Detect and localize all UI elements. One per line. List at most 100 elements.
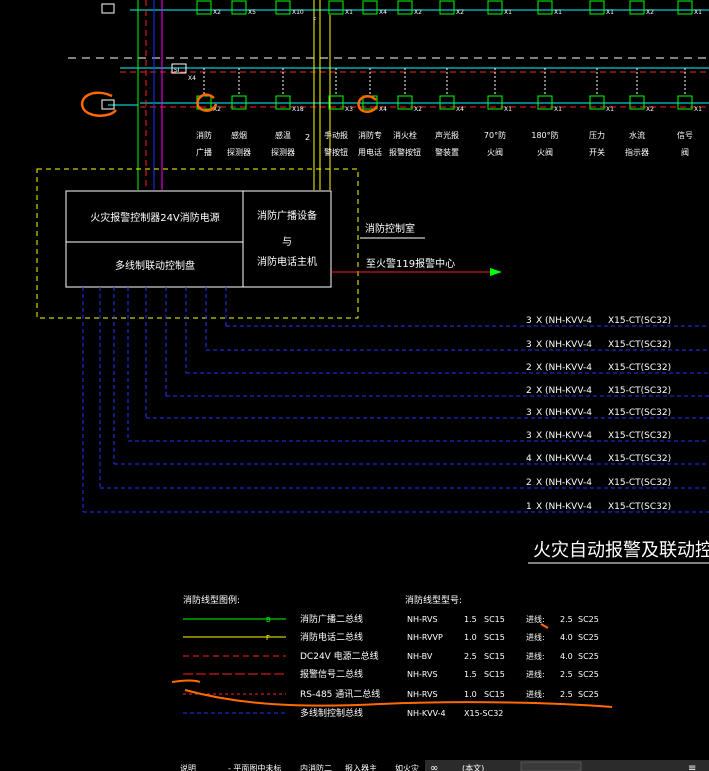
legend-row: RS-485 通讯二总线 NH-RVS 1.0 SC15 进线: 2.5 SC25 [183,688,599,700]
device-column: X1 X1 信号阀 [677,0,702,157]
legend-line-name: 消防广播二总线 [300,613,363,625]
legend-incoming-conduit: SC25 [578,615,599,624]
device-label-line2: 指示器 [625,147,649,157]
device-symbol-top [629,0,645,15]
device-symbol-top [537,0,553,15]
device-symbol-top [397,0,413,15]
device-symbol-top [196,0,212,15]
footer-text-5: 如火灾 [395,763,419,771]
cable-spec: X (NH-KVV-4 [536,478,592,488]
device-column: X2X2消防广播 [196,0,221,157]
device-column: X4 X4 消防专用电话 [358,0,387,157]
cable-conduit: X15-CT(SC32) [608,340,671,350]
device-label: 感烟 [231,130,247,140]
device-column: X10 X18 感温探测器 [271,0,304,157]
legend-incoming-conduit: SC25 [578,633,599,642]
cable-count: 3 [526,431,532,441]
cable-conduit: X15-CT(SC32) [608,431,671,441]
cable-count: 3 [526,408,532,418]
fire-controller-label: 火灾报警控制器24V消防电源 [90,211,220,224]
device-label: 水流 [629,130,645,140]
cable-spec: X (NH-KVV-4 [536,431,592,441]
cable-conduit: X15-CT(SC32) [608,502,671,512]
legend-size: 2.5 [464,652,477,661]
device-tag-bottom: X1 [554,106,562,113]
legend-size: X15-SC32 [464,709,503,718]
device-column: X2 X2 消火栓报警按钮 [389,0,422,157]
model-title: 消防线型型号: [405,594,462,606]
control-panel: 火灾报警控制器24V消防电源多线制联动控制盘 消防广播设备与消防电话主机 消防控制室… [36,168,502,319]
annotation-underline [184,689,613,708]
cable-count: 2 [526,386,532,396]
cable-count: 3 [526,340,532,350]
x4-tag: X4 [188,75,196,82]
cable-count: 4 [526,454,532,464]
legend-incoming-conduit: SC25 [578,670,599,679]
cable-spec: X (NH-KVV-4 [536,340,592,350]
device-label-line2: 广播 [196,147,212,157]
legend-incoming-size: 4.0 [560,652,573,661]
device-tag-bottom: X1 [606,106,614,113]
device-label-line2: 火阀 [487,148,503,157]
legend-model: NH-RVVP [407,633,443,642]
cable-row: 2 X (NH-KVV-4 X15-CT(SC32) [185,287,709,374]
annotation-circle-1 [80,91,117,117]
device-label-line2: 警装置 [435,147,459,157]
device-tag-top: X4 [379,9,387,16]
cable-spec: X (NH-KVV-4 [536,316,592,326]
device-tag-bottom: X18 [292,106,304,113]
device-column: X1 X1 压力开关 [589,0,614,157]
legend-row: DC24V 电源二总线 NH-BV 2.5 SC15 进线: 4.0 SC25 [183,650,599,662]
cable-row: 3 X (NH-KVV-4 X15-CT(SC32) [145,287,709,419]
cable-conduit: X15-CT(SC32) [608,454,671,464]
status-field [520,761,582,771]
legend-line-mark: B [266,616,271,624]
cable-conduit: X15-CT(SC32) [608,478,671,488]
device-label: 手动报 [324,130,348,140]
device-label: 压力 [589,130,605,140]
device-column: X1 X3 手动报警按钮 [324,0,353,157]
legend-incoming-size: 2.5 [560,670,573,679]
cable-conduit: X15-CT(SC32) [608,316,671,326]
device-tag-bottom: X1 [694,106,702,113]
device-symbol-top [677,0,693,15]
legend-incoming-size: 4.0 [560,633,573,642]
device-symbol-top [362,0,378,15]
legend-conduit: SC15 [484,615,505,624]
device-label-line2: 探测器 [227,147,251,157]
legend-size: 1.0 [464,690,477,699]
system-title: 火灾自动报警及联动控制 [533,540,709,561]
device-label: 信号 [677,130,693,140]
left-module-top [101,3,115,14]
device-tag-bottom: X1 [504,106,512,113]
footer-text-3: 内消防二 [300,763,332,771]
device-column: X2 X4 声光报警装置 [435,0,464,157]
device-tag-top: X1 [694,9,702,16]
device-tag-top: X2 [646,9,654,16]
cable-spec: X (NH-KVV-4 [536,386,592,396]
device-row: X2X2消防广播X5感烟探测器X10X18感温探测器X1X3手动报警按钮X4X4… [101,0,702,157]
phone-host-label: 消防电话主机 [257,255,317,268]
cable-spec: X (NH-KVV-4 [536,408,592,418]
footer-text-1: 说明 [180,763,196,771]
device-label: 感温 [275,130,291,140]
legend-size: 1.5 [464,615,477,624]
cable-count: 1 [526,502,532,512]
device-label: 声光报 [435,130,459,140]
cable-count: 3 [526,316,532,326]
si-tag: SI [174,67,180,74]
device-label-line2: 火阀 [537,148,553,157]
legend-incoming-conduit: SC25 [578,690,599,699]
footer-text-4: 报入器主 [345,763,377,771]
cable-spec: X (NH-KVV-4 [536,502,592,512]
device-label-line2: 报警按钮 [389,147,421,157]
device-symbol-top [328,0,344,15]
legend-row: 多线制控制总线 NH-KVV-4 X15-SC32 [183,707,503,719]
cable-conduit: X15-CT(SC32) [608,408,671,418]
device-label-line2: 阀 [681,148,689,157]
legend-row: 报警信号二总线 NH-RVS 1.5 SC15 进线: 2.5 SC25 [183,668,599,680]
legend-line-name: 消防电话二总线 [300,631,363,643]
device-label-line2: 警按钮 [324,147,348,157]
control-room-label: 消防控制室 [365,222,415,235]
legend-conduit: SC15 [484,652,505,661]
